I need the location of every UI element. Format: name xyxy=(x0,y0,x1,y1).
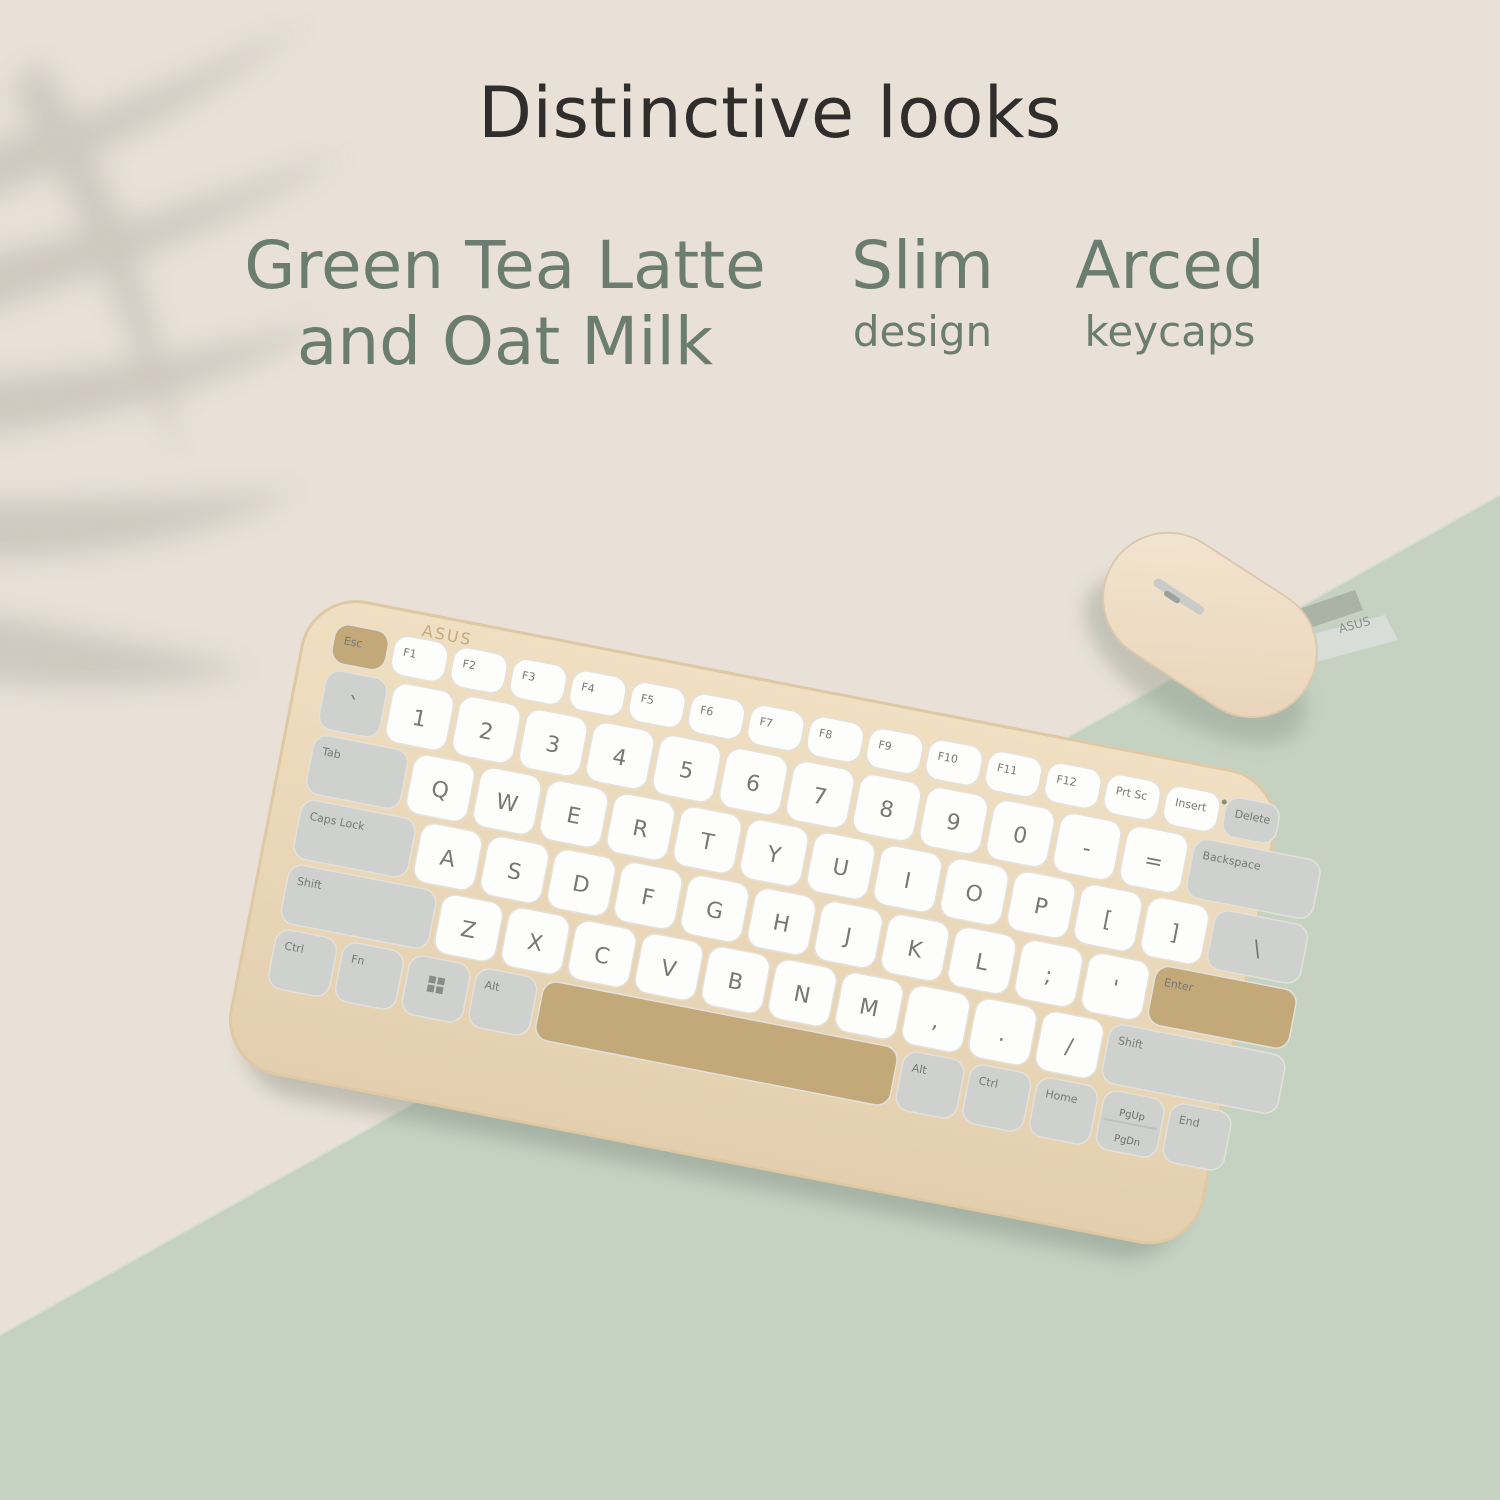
key-space_row-0 xyxy=(268,929,338,997)
feature-arced-title: Arced xyxy=(1075,227,1265,304)
feature-colorway-line2: and Oat Milk xyxy=(296,303,714,380)
key-space_row-3 xyxy=(468,968,538,1036)
key-label-fn_row-3: F3 xyxy=(521,669,537,684)
key-space_row-9 xyxy=(1162,1103,1232,1171)
feature-colorway: Green Tea Latte and Oat Milk xyxy=(225,228,785,380)
key-label-fn_row-2: F2 xyxy=(461,657,477,672)
feature-arced: Arced keycaps xyxy=(1060,228,1280,360)
key-label-space_row-1: Fn xyxy=(350,952,366,967)
key-space_row-1 xyxy=(334,942,404,1010)
feature-slim-subtitle: design xyxy=(852,307,993,356)
feature-slim: Slim design xyxy=(835,228,1010,360)
key-label-fn_row-5: F5 xyxy=(640,692,656,707)
key-label-fn_row-7: F7 xyxy=(758,715,774,730)
feature-arced-subtitle: keycaps xyxy=(1084,307,1256,356)
key-label-fn_row-6: F6 xyxy=(699,703,715,718)
key-space_row-7 xyxy=(1029,1077,1099,1145)
key-label-fn_row-9: F9 xyxy=(877,738,893,753)
key-label-fn_row-1: F1 xyxy=(402,646,418,661)
key-space_row-5 xyxy=(895,1051,965,1119)
key-label-fn_row-4: F4 xyxy=(580,680,596,695)
key-space_row-6 xyxy=(962,1064,1032,1132)
feature-slim-title: Slim xyxy=(851,227,994,304)
product-scene: ASUS ASUS EscF1F2F3F4F5F6F7F8F9F10F11F12… xyxy=(0,20,1500,1500)
key-label-fn_row-8: F8 xyxy=(818,726,834,741)
headline: Distinctive looks xyxy=(478,72,1062,154)
feature-colorway-line1: Green Tea Latte xyxy=(244,227,766,304)
